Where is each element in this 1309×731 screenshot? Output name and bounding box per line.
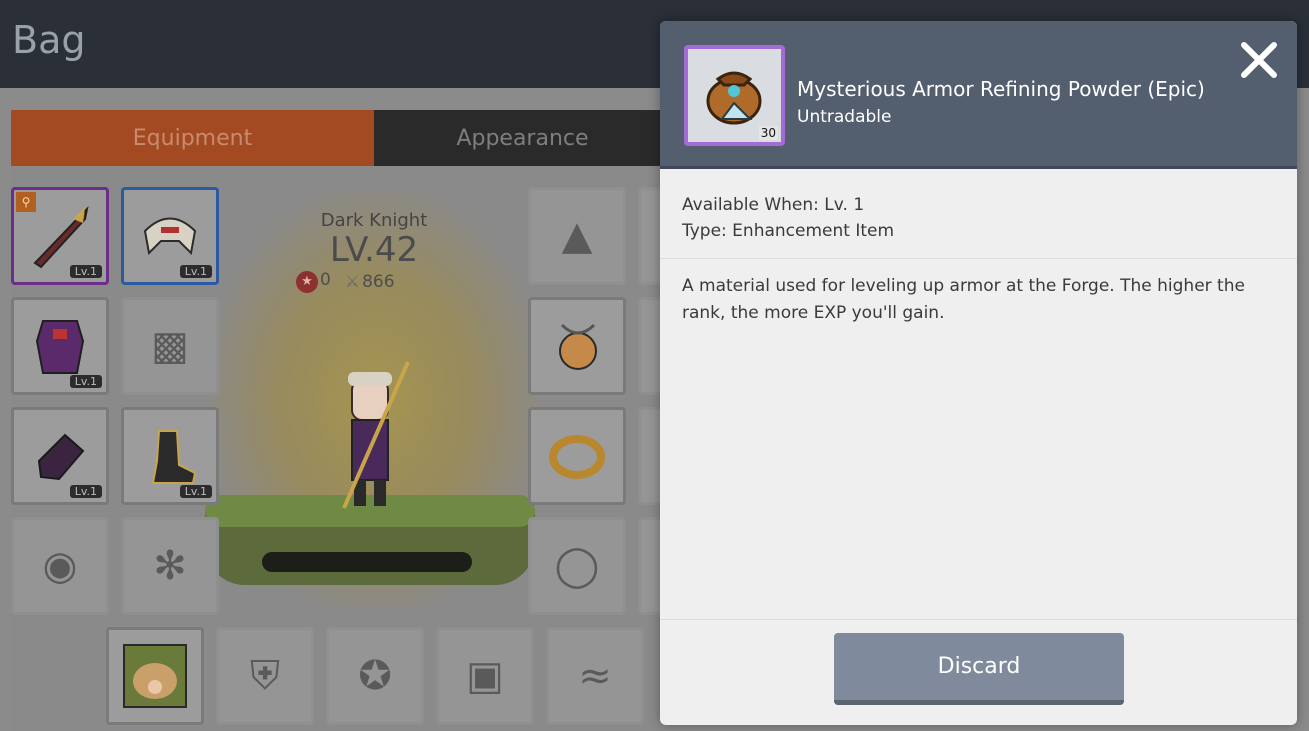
slot-armor[interactable]: Lv.1 xyxy=(11,297,109,395)
mushroom-icon: ◉ xyxy=(42,543,78,589)
item-type: Type: Enhancement Item xyxy=(682,221,895,241)
dialog-header: 30 Mysterious Armor Refining Powder (Epi… xyxy=(660,21,1297,169)
item-description: A material used for leveling up armor at… xyxy=(682,276,1245,323)
crossed-swords-icon: ⚔ xyxy=(344,271,361,292)
available-when: Available When: Lv. 1 xyxy=(682,195,865,215)
redacted-name xyxy=(262,552,472,572)
helmet-icon xyxy=(143,217,197,256)
item-name: Mysterious Armor Refining Powder (Epic) xyxy=(797,77,1205,101)
game-screen: Bag Equipment Appearance ⚲ Lv.1 Lv.1 Lv.… xyxy=(0,0,1309,731)
slot-pendant[interactable] xyxy=(528,297,626,395)
glasses-icon: ▣ xyxy=(466,653,504,699)
slot-cape-empty[interactable]: ✻ xyxy=(121,517,219,615)
slot-badge-empty[interactable]: ⛨ xyxy=(216,627,314,725)
shield-icon: ⛨ xyxy=(250,653,280,699)
slot-belt-empty[interactable]: ▩ xyxy=(121,297,219,395)
character-level: LV.42 xyxy=(329,230,419,270)
cape-icon: ✻ xyxy=(153,543,187,589)
discard-button[interactable]: Discard xyxy=(834,633,1124,705)
slot-level: Lv.1 xyxy=(179,265,212,278)
star-force-value: 0 xyxy=(320,270,331,290)
slot-ring-empty[interactable]: ◯ xyxy=(528,517,626,615)
slot-level: Lv.1 xyxy=(69,485,102,498)
tab-equipment[interactable]: Equipment xyxy=(11,110,374,166)
bag-tabs: Equipment Appearance xyxy=(11,110,671,166)
item-icon-frame: 30 xyxy=(684,45,785,146)
mustache-icon: ≈ xyxy=(578,653,612,699)
slot-hat[interactable]: Lv.1 xyxy=(121,187,219,285)
attack-value: 866 xyxy=(362,271,395,292)
medal-icon: ✪ xyxy=(358,653,392,699)
slot-level: Lv.1 xyxy=(179,485,212,498)
slot-gloves[interactable]: Lv.1 xyxy=(11,407,109,505)
star-force-icon: ★ xyxy=(296,271,318,293)
shoulder-icon: ▲ xyxy=(561,213,593,259)
pendant-icon xyxy=(559,323,597,370)
ring-outline-icon: ◯ xyxy=(554,543,600,589)
boar-icon xyxy=(123,644,187,708)
character-stats: ★ 0 ⚔ 866 xyxy=(296,270,395,293)
glove-icon xyxy=(37,433,85,481)
slot-ring[interactable] xyxy=(528,407,626,505)
trade-status: Untradable xyxy=(797,107,892,127)
footer-divider xyxy=(660,619,1297,620)
boot-icon xyxy=(151,430,197,484)
star-force-stat: ★ 0 xyxy=(296,270,331,293)
slot-shoes[interactable]: Lv.1 xyxy=(121,407,219,505)
slot-title[interactable] xyxy=(106,627,204,725)
item-detail-dialog: 30 Mysterious Armor Refining Powder (Epi… xyxy=(660,21,1297,725)
slot-face-empty[interactable]: ≈ xyxy=(546,627,644,725)
magnify-icon[interactable]: ⚲ xyxy=(16,192,36,212)
character-class: Dark Knight xyxy=(320,210,428,231)
slot-weapon[interactable]: ⚲ Lv.1 xyxy=(11,187,109,285)
belt-icon: ▩ xyxy=(151,323,189,369)
close-icon[interactable] xyxy=(1238,39,1280,81)
ring-icon xyxy=(549,435,605,479)
item-requirements: Available When: Lv. 1 Type: Enhancement … xyxy=(660,169,1297,259)
character-sprite xyxy=(342,361,410,509)
item-count: 30 xyxy=(758,126,778,140)
slot-eye-empty[interactable]: ▣ xyxy=(436,627,534,725)
slot-pet-empty[interactable]: ◉ xyxy=(11,517,109,615)
slot-medal-empty[interactable]: ✪ xyxy=(326,627,424,725)
armor-icon xyxy=(35,320,85,374)
tab-appearance[interactable]: Appearance xyxy=(374,110,671,166)
slot-shoulder-empty[interactable]: ▲ xyxy=(528,187,626,285)
slot-level: Lv.1 xyxy=(69,265,102,278)
bag-title: Bag xyxy=(12,18,86,62)
attack-stat: ⚔ 866 xyxy=(345,272,395,292)
slot-level: Lv.1 xyxy=(69,375,102,388)
